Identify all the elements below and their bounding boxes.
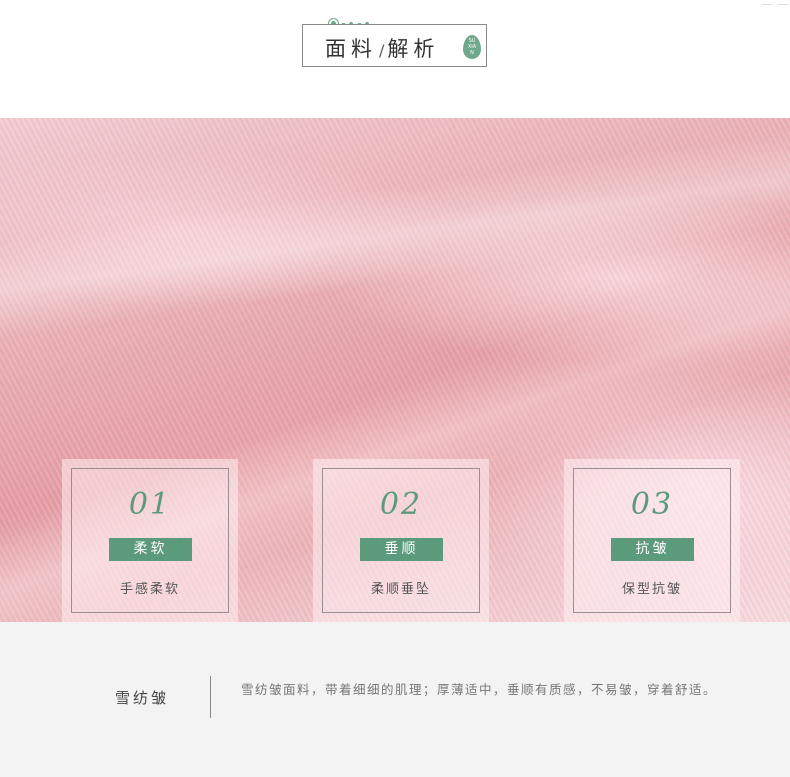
vertical-divider xyxy=(210,676,211,718)
feature-description: 保型抗皱 xyxy=(621,582,682,597)
section-header: 面料/解析 SU XIAN xyxy=(0,0,790,118)
feature-card-frame: 01 柔软 手感柔软 xyxy=(71,468,229,613)
feature-card-frame: 03 抗皱 保型抗皱 xyxy=(573,468,731,613)
title-part-fabric: 面料 xyxy=(325,37,377,61)
feature-description: 手感柔软 xyxy=(119,582,180,597)
feature-card-frame: 02 垂顺 柔顺垂坠 xyxy=(322,468,480,613)
leaf-icon: SU XIAN xyxy=(463,35,481,59)
feature-card-softness: 01 柔软 手感柔软 xyxy=(62,459,238,622)
feature-number: 02 xyxy=(379,487,423,522)
feature-tag: 抗皱 xyxy=(611,538,694,561)
fabric-description-text: 雪纺皱面料，带着细细的肌理；厚薄适中，垂顺有质感，不易皱，穿着舒适。 xyxy=(241,682,718,697)
feature-number: 03 xyxy=(630,487,674,522)
fabric-description-section: 雪纺皱 雪纺皱面料，带着细细的肌理；厚薄适中，垂顺有质感，不易皱，穿着舒适。 xyxy=(0,622,790,777)
leaf-badge-text: SU XIAN xyxy=(467,38,477,56)
feature-card-wrinkle-resistant: 03 抗皱 保型抗皱 xyxy=(564,459,740,622)
corner-decoration xyxy=(762,4,772,5)
title-slash: / xyxy=(379,41,386,60)
section-title-box: 面料/解析 SU XIAN xyxy=(302,24,487,67)
feature-tag: 柔软 xyxy=(109,538,192,561)
title-part-analysis: 解析 xyxy=(387,37,440,61)
fabric-name-label: 雪纺皱 xyxy=(115,689,170,707)
feature-card-drape: 02 垂顺 柔顺垂坠 xyxy=(313,459,489,622)
section-title: 面料/解析 xyxy=(325,33,439,63)
feature-tag: 垂顺 xyxy=(360,538,443,561)
feature-description: 柔顺垂坠 xyxy=(370,582,431,597)
feature-number: 01 xyxy=(128,487,172,522)
corner-decoration xyxy=(778,4,788,5)
